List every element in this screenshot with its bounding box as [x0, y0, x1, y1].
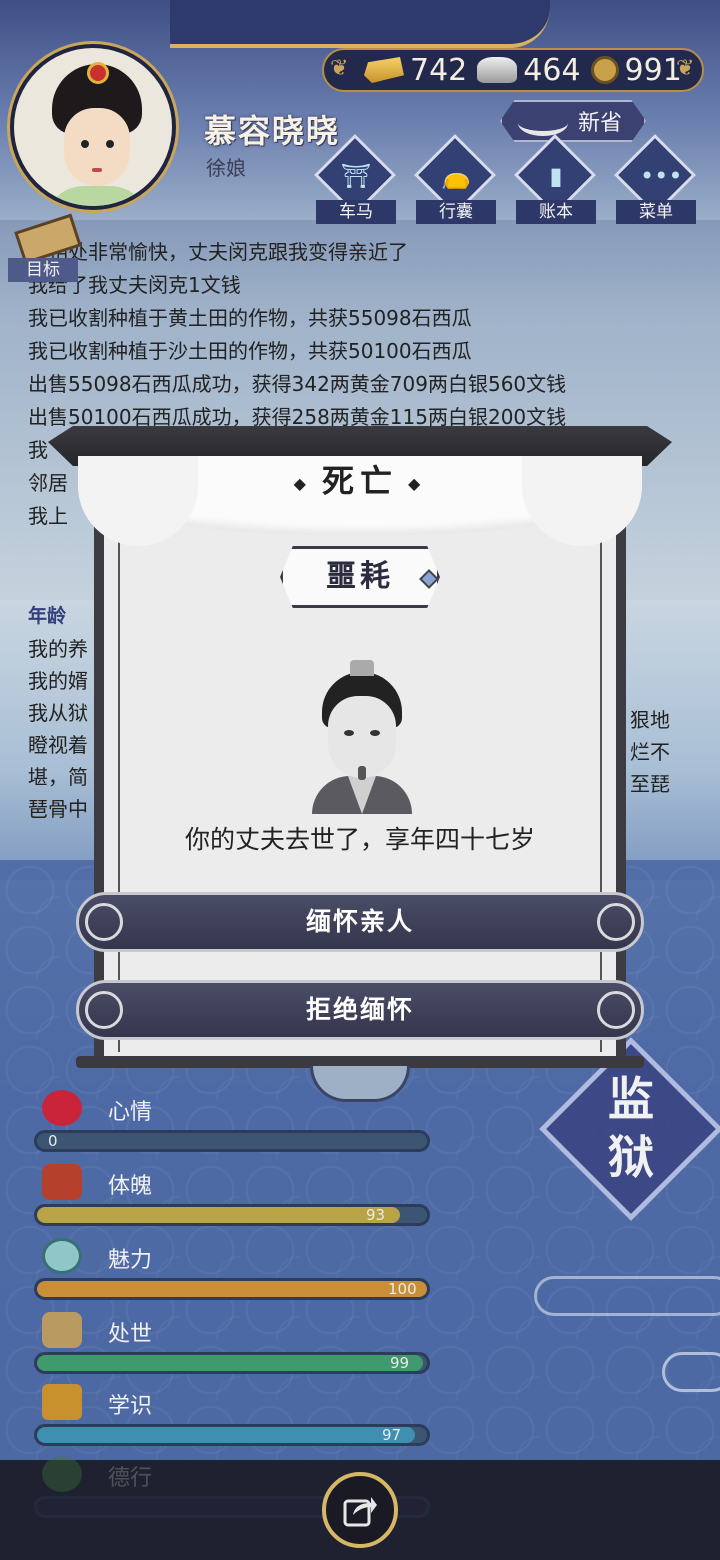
stat-fill [37, 1207, 400, 1223]
silver-ingot-icon [477, 57, 518, 83]
modal-subtitle: 噩耗 [280, 546, 440, 608]
stat-bar [34, 1130, 430, 1152]
menu-label: 菜单 [616, 200, 696, 224]
modal-title-text: 死亡 [321, 462, 398, 500]
stat-bar [34, 1424, 430, 1446]
husband-portrait [312, 658, 412, 814]
gold-ingot-icon [364, 57, 404, 83]
wave-ornament-icon [597, 903, 635, 941]
carriage-icon: ⛩ [340, 162, 372, 190]
menu-label: 车马 [316, 200, 396, 224]
menu-bag[interactable]: 👝 行囊 [413, 133, 497, 224]
books-icon [42, 1384, 82, 1420]
portrait-eye [370, 730, 380, 736]
share-button[interactable] [322, 1472, 398, 1548]
vase-icon [42, 1164, 82, 1200]
stat-value: 93 [366, 1206, 386, 1224]
stat-label: 魅力 [108, 1248, 153, 1273]
decline-mourn-button[interactable]: 拒绝缅怀 [76, 980, 644, 1040]
avatar-face [64, 108, 130, 186]
stat-fill [37, 1427, 416, 1443]
stat-value: 97 [382, 1426, 402, 1444]
more-icon: ••• [640, 162, 683, 190]
header-stripe [170, 0, 550, 48]
ledger-icon: ▮ [549, 162, 563, 190]
news-button-label: 新省 [577, 111, 622, 136]
brush-icon [518, 110, 568, 136]
title-dot-icon: ◆ [293, 473, 312, 493]
tea-icon [42, 1312, 82, 1348]
share-icon [343, 1497, 377, 1527]
stat-bar [34, 1278, 430, 1300]
stat-value: 0 [48, 1132, 58, 1150]
wave-ornament-icon [85, 903, 123, 941]
menu-ledger[interactable]: ▮ 账本 [513, 133, 597, 224]
wave-ornament-icon [85, 991, 123, 1029]
stat-label: 学识 [108, 1394, 153, 1419]
portrait-beard [358, 766, 366, 780]
player-title: 徐娘 [206, 156, 246, 180]
avatar-eye [106, 140, 114, 148]
death-message: 你的丈夫去世了，享年四十七岁 [184, 825, 535, 854]
copper-coin-icon [590, 56, 619, 84]
menu-more[interactable]: ••• 菜单 [613, 133, 697, 224]
decline-mourn-button-label: 拒绝缅怀 [305, 995, 414, 1024]
stat-value: 99 [390, 1354, 410, 1372]
stat-bar [34, 1352, 430, 1374]
gold-amount: 742 [410, 52, 468, 88]
prison-label-char: 监 [608, 1072, 654, 1126]
mourn-button[interactable]: 缅怀亲人 [76, 892, 644, 952]
log-line: 出售55098石西瓜成功，获得342两黄金709两白银560文钱 [28, 372, 567, 396]
prison-label: 监 狱 [586, 1070, 676, 1186]
decor-cloud-ring [662, 1352, 720, 1392]
coin-amount: 991 [624, 52, 682, 88]
bag-icon: 👝 [441, 162, 471, 190]
avatar-eye [81, 140, 89, 148]
death-modal: ◆ 死亡 ◆ 噩耗 你的丈夫去世了，享年四十七岁 缅怀亲人 拒绝缅怀 [48, 426, 672, 1102]
log-line: 我给了我丈夫闵克1文钱 [28, 273, 241, 297]
log-line: 我已收割种植于黄土田的作物，共获55098石西瓜 [28, 306, 472, 330]
mourn-button-label: 缅怀亲人 [305, 907, 414, 936]
title-dot-icon: ◆ [408, 473, 427, 493]
portrait-eye [344, 730, 354, 736]
leaf-ornament-icon: ❦ [676, 56, 695, 81]
modal-title: ◆ 死亡 ◆ [48, 456, 672, 502]
menu-label: 账本 [516, 200, 596, 224]
portrait-hat [350, 660, 374, 676]
wave-ornament-icon [597, 991, 635, 1029]
scroll-icon [14, 213, 82, 265]
log-line: 相处非常愉快，丈夫闵克跟我变得亲近了 [48, 240, 408, 264]
currency-bar: ❦ 742 464 991 ❦ [322, 48, 704, 92]
leaf-ornament-icon: ❦ [330, 56, 349, 81]
stat-fill [37, 1355, 424, 1371]
menu-carriage[interactable]: ⛩ 车马 [313, 133, 397, 224]
goal-button[interactable]: 目标 [8, 213, 82, 282]
stat-value: 100 [388, 1280, 417, 1298]
jade-icon [42, 1456, 82, 1492]
goal-label: 目标 [8, 258, 78, 282]
player-avatar[interactable] [10, 44, 176, 210]
stat-label: 体魄 [108, 1174, 153, 1199]
prison-label-char: 狱 [608, 1130, 654, 1184]
mirror-icon [42, 1238, 82, 1274]
avatar-mouth [92, 168, 102, 172]
silver-amount: 464 [523, 52, 581, 88]
top-menu: ⛩ 车马 👝 行囊 ▮ 账本 ••• 菜单 [313, 133, 697, 224]
flower-icon [42, 1090, 82, 1126]
stat-label: 处世 [108, 1322, 153, 1347]
decor-cloud-ring [534, 1276, 720, 1316]
avatar-hair-flower [87, 62, 109, 84]
menu-label: 行囊 [416, 200, 496, 224]
news-button[interactable]: 新省 [500, 100, 646, 142]
stat-label: 心情 [108, 1100, 153, 1125]
log-line: 我已收割种植于沙土田的作物，共获50100石西瓜 [28, 339, 472, 363]
stat-fill [37, 1281, 427, 1297]
stat-label: 德行 [108, 1466, 153, 1491]
